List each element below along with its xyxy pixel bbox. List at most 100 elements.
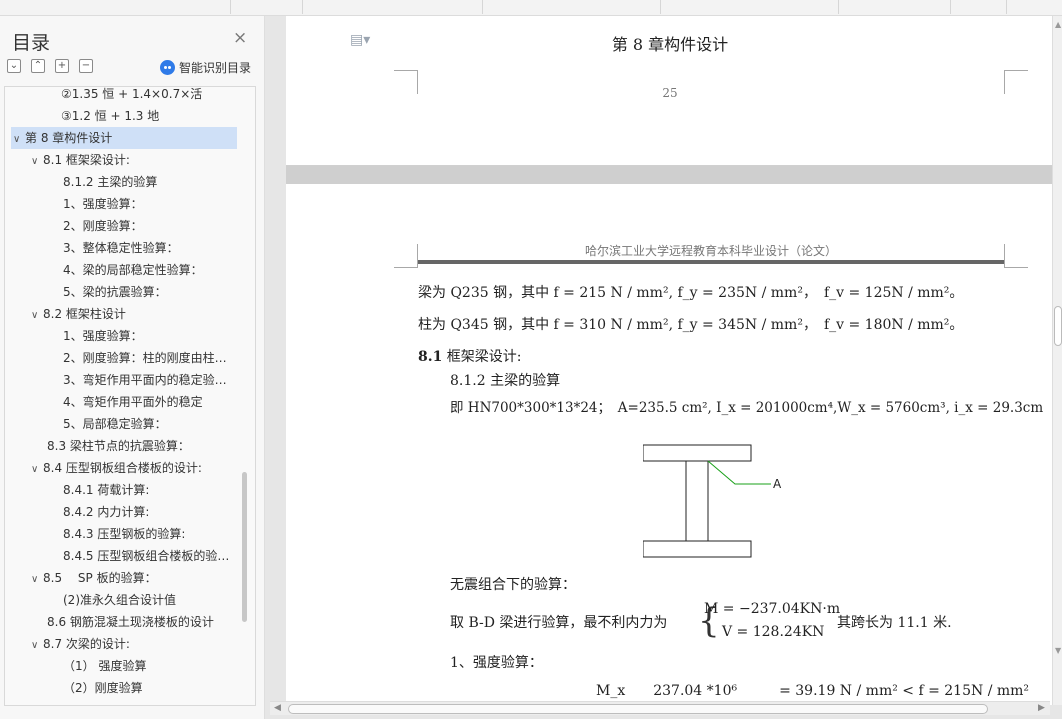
toc-item[interactable]: 8.4.1 荷载计算: — [5, 479, 255, 501]
toc-item-label: 3、整体稳定性验算： — [63, 241, 179, 255]
smart-toc-label: 智能识别目录 — [179, 61, 252, 75]
top-ruler — [0, 0, 1062, 16]
heading-text: 框架梁设计: — [442, 349, 522, 365]
toc-item[interactable]: ∨ 8.4 压型钢板组合楼板的设计: — [5, 457, 255, 479]
toc-item[interactable]: 8.1.2 主梁的验算 — [5, 171, 255, 193]
toc-sidebar: 目录 × ⌄ ⌃ + − 智能识别目录 （2）刚度验算 （1） 强度验算 ∨ 8.7 … — [0, 16, 265, 719]
toc-item-label: （1） 强度验算 — [63, 659, 147, 673]
margin-corner — [1004, 244, 1028, 268]
toc-item[interactable]: 8.3 梁柱节点的抗震验算： — [5, 435, 255, 457]
toc-title: 目录 — [12, 32, 51, 54]
toc-item[interactable]: ∨ 8.2 框架柱设计 — [5, 303, 255, 325]
chevron-down-icon[interactable]: ∨ — [31, 305, 43, 325]
text-no-seismic: 无震组合下的验算： — [450, 577, 576, 593]
scroll-left-icon[interactable]: ◀ — [274, 703, 281, 713]
toc-item-label: 4、弯矩作用平面外的稳定 — [63, 395, 203, 409]
toc-item[interactable]: 1、强度验算： — [5, 193, 255, 215]
toc-item-label: 3、弯矩作用平面内的稳定验… — [63, 373, 227, 387]
toc-item[interactable]: 8.4.5 压型钢板组合楼板的验… — [5, 545, 255, 567]
toc-item[interactable]: 8.4.2 内力计算: — [5, 501, 255, 523]
toc-item-label: ③1.2 恒 + 1.3 地 — [61, 109, 160, 123]
close-icon[interactable]: × — [233, 29, 247, 47]
toc-item[interactable]: ③1.2 恒 + 1.3 地 — [5, 105, 255, 127]
scroll-right-icon[interactable]: ▶ — [1038, 703, 1045, 713]
toc-item[interactable]: 2、刚度验算：柱的刚度由柱… — [5, 347, 255, 369]
text-moment: M = −237.04KN·m — [704, 601, 841, 617]
toc-item-label: 第 8 章构件设计 — [25, 131, 113, 145]
toc-item[interactable]: 5、局部稳定验算： — [5, 413, 255, 435]
toc-item-label: 8.1 框架梁设计: — [43, 153, 130, 167]
page-header: 第 8 章构件设计 — [611, 35, 729, 54]
chevron-down-icon[interactable]: ∨ — [31, 151, 43, 171]
toc-item-label: 5、局部稳定验算： — [63, 417, 167, 431]
horizontal-scrollbar[interactable]: ◀ ▶ — [270, 701, 1050, 715]
toc-item[interactable]: 3、整体稳定性验算： — [5, 237, 255, 259]
toc-item[interactable]: ②1.35 恒 + 1.4×0.7×活 — [5, 87, 255, 105]
text-take-bd: 取 B-D 梁进行验算，最不利内力为 — [450, 615, 668, 631]
toc-item-label: 1、强度验算： — [63, 329, 143, 343]
robot-icon — [160, 60, 175, 75]
beam-label: A — [773, 477, 782, 491]
toc-item-label: 8.4.3 压型钢板的验算: — [63, 527, 186, 541]
toc-item[interactable]: 5、梁的抗震验算： — [5, 281, 255, 303]
horizontal-scroll-thumb[interactable] — [288, 704, 988, 714]
toc-item[interactable]: ∨ 第 8 章构件设计 — [11, 127, 237, 149]
expand-icon[interactable]: ⌃ — [31, 59, 45, 73]
page-number: 25 — [662, 86, 678, 100]
chevron-down-icon[interactable]: ∨ — [31, 635, 43, 655]
toc-item-label: 8.7 次梁的设计: — [43, 637, 130, 651]
toc-item[interactable]: 8.4.3 压型钢板的验算: — [5, 523, 255, 545]
toc-item-label: 1、强度验算： — [63, 197, 143, 211]
toc-item[interactable]: （2）刚度验算 — [5, 677, 255, 699]
header-rule — [418, 260, 1004, 264]
vertical-scrollbar[interactable]: ▲ ▼ — [1052, 16, 1062, 705]
page-header: 哈尔滨工业大学远程教育本科毕业设计（论文） — [584, 244, 837, 258]
toc-item-label: 2、刚度验算：柱的刚度由柱… — [63, 351, 227, 365]
toc-item-label: 8.2 框架柱设计 — [43, 307, 126, 321]
toc-item-label: 5、梁的抗震验算： — [63, 285, 167, 299]
text-beam-steel: 梁为 Q235 钢，其中 f = 215 N / mm², f_y = 235N… — [418, 285, 964, 301]
collapse-icon[interactable]: ⌄ — [7, 59, 21, 73]
toc-item[interactable]: 2、刚度验算： — [5, 215, 255, 237]
text-strength-check: 1、强度验算： — [450, 655, 543, 671]
text-shear: V = 128.24KN — [722, 624, 825, 640]
chevron-down-icon[interactable]: ∨ — [31, 459, 43, 479]
toc-item[interactable]: （1） 强度验算 — [5, 655, 255, 677]
text-column-steel: 柱为 Q345 钢，其中 f = 310 N / mm², f_y = 345N… — [418, 317, 964, 333]
toc-toolbar: ⌄ ⌃ + − — [7, 59, 93, 73]
heading-8-1: 8.1 框架梁设计: — [418, 346, 522, 366]
text-span: 其跨长为 11.1 米. — [837, 615, 952, 631]
toc-item-label: 8.4.1 荷载计算: — [63, 483, 150, 497]
scroll-up-icon[interactable]: ▲ — [1055, 20, 1061, 29]
smart-toc-button[interactable]: 智能识别目录 — [160, 59, 251, 76]
vertical-scroll-thumb[interactable] — [1054, 306, 1062, 346]
margin-corner — [394, 244, 418, 268]
toc-item-label: (2)准永久组合设计值 — [63, 593, 176, 607]
chevron-down-icon[interactable]: ∨ — [31, 569, 43, 589]
toc-item[interactable]: 4、弯矩作用平面外的稳定 — [5, 391, 255, 413]
toc-item[interactable]: 4、梁的局部稳定性验算： — [5, 259, 255, 281]
toc-item-label: 8.4 压型钢板组合楼板的设计: — [43, 461, 202, 475]
toc-item[interactable]: ∨ 8.1 框架梁设计: — [5, 149, 255, 171]
toc-item[interactable]: ∨ 8.7 次梁的设计: — [5, 633, 255, 655]
remove-heading-icon[interactable]: − — [79, 59, 93, 73]
toc-scrollbar[interactable] — [242, 472, 247, 622]
toc-item[interactable]: (2)准永久组合设计值 — [5, 589, 255, 611]
heading-number: 8.1 — [418, 349, 443, 365]
toc-item-label: ②1.35 恒 + 1.4×0.7×活 — [61, 87, 203, 101]
toc-item-label: （2）刚度验算 — [63, 681, 143, 695]
toc-item-label: 8.4.5 压型钢板组合楼板的验… — [63, 549, 230, 563]
toc-list: （2）刚度验算 （1） 强度验算 ∨ 8.7 次梁的设计: 8.6 钢筋混凝土现浇楼板的… — [4, 86, 256, 706]
page-25: ▤▾ 第 8 章构件设计 25 — [286, 16, 1054, 166]
chevron-down-icon[interactable]: ∨ — [13, 129, 25, 149]
text-formula: M_x 237.04 *10⁶ = 39.19 N / mm² < f = 21… — [596, 683, 1030, 699]
toc-item-label: 4、梁的局部稳定性验算： — [63, 263, 203, 277]
add-heading-icon[interactable]: + — [55, 59, 69, 73]
toc-item[interactable]: 3、弯矩作用平面内的稳定验… — [5, 369, 255, 391]
toc-item-label: 8.5 SP 板的验算： — [43, 571, 157, 585]
toc-item[interactable]: ∨ 8.5 SP 板的验算： — [5, 567, 255, 589]
toc-item[interactable]: 8.6 钢筋混凝土现浇楼板的设计 — [5, 611, 255, 633]
toc-item[interactable]: 1、强度验算： — [5, 325, 255, 347]
scroll-down-icon[interactable]: ▼ — [1055, 646, 1061, 655]
page-26: 哈尔滨工业大学远程教育本科毕业设计（论文） 梁为 Q235 钢，其中 f = 2… — [286, 184, 1054, 705]
